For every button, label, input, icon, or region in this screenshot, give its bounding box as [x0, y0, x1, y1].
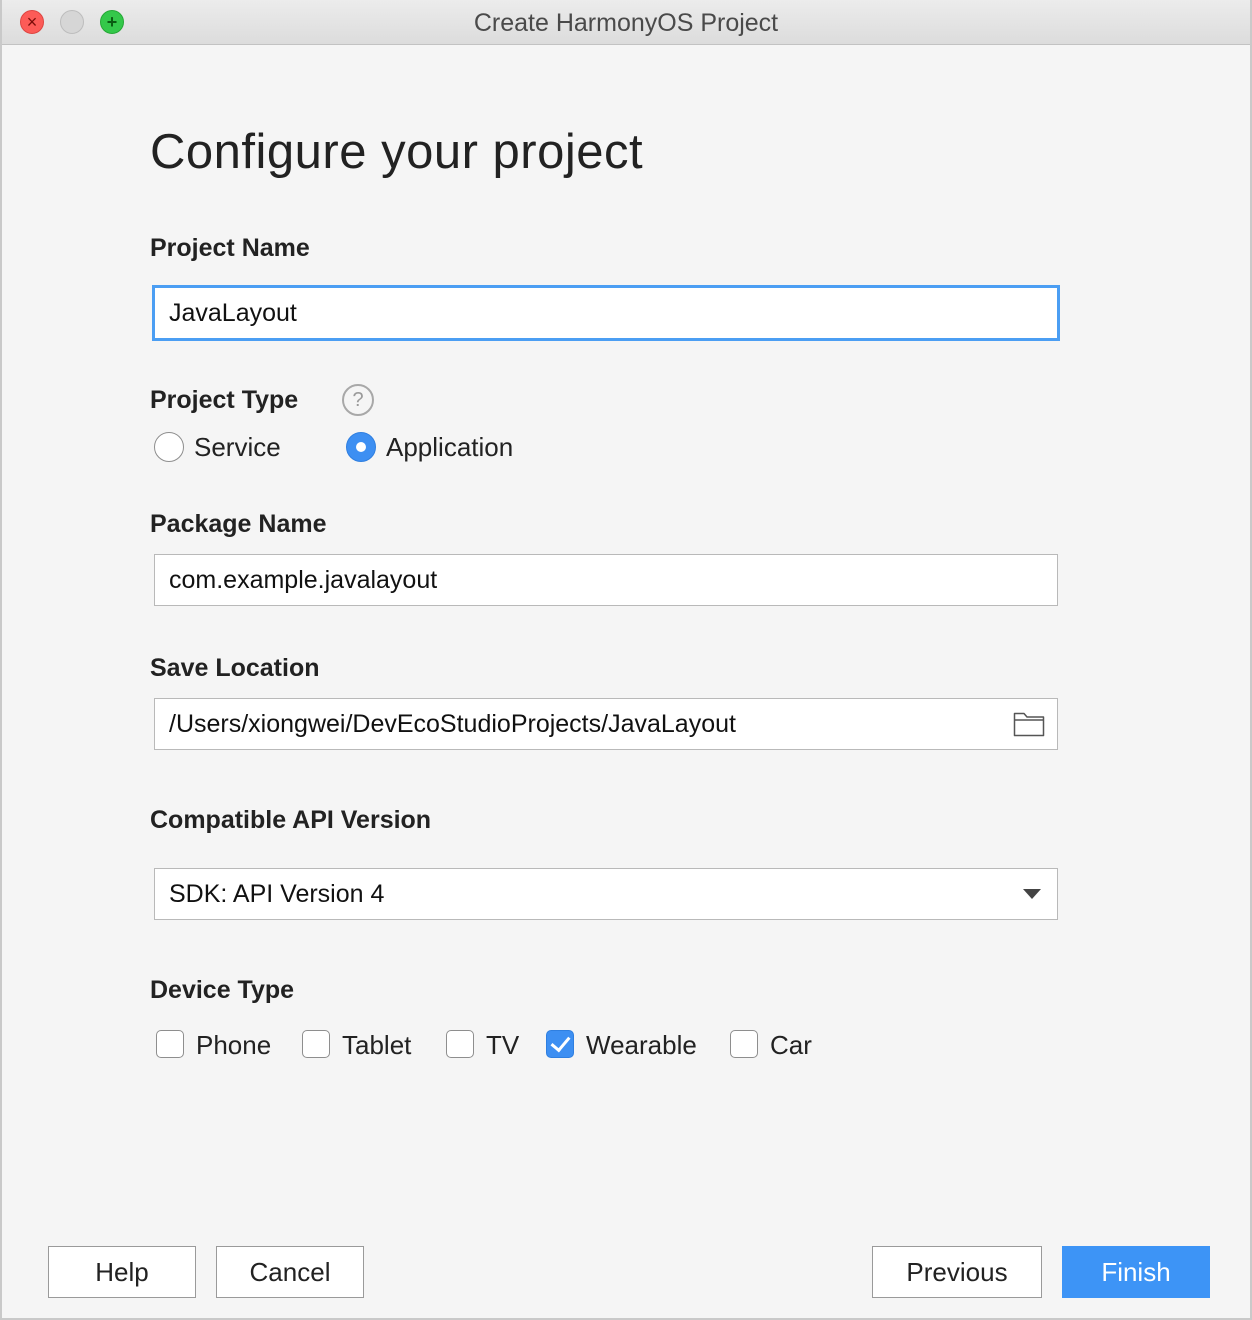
help-button[interactable]: Help [48, 1246, 196, 1298]
project-type-label: Project Type [150, 386, 299, 414]
cancel-button[interactable]: Cancel [216, 1246, 364, 1298]
checkbox-tv-label[interactable]: TV [486, 1030, 519, 1061]
api-version-select[interactable]: SDK: API Version 4 [154, 868, 1058, 920]
package-name-label: Package Name [150, 510, 327, 538]
checkbox-wearable-label[interactable]: Wearable [586, 1030, 697, 1061]
radio-application[interactable] [346, 432, 376, 462]
page-title: Configure your project [150, 125, 644, 179]
checkbox-tablet[interactable] [302, 1030, 330, 1058]
radio-service[interactable] [154, 432, 184, 462]
checkbox-tablet-label[interactable]: Tablet [342, 1030, 411, 1061]
folder-icon[interactable] [1013, 709, 1045, 737]
title-bar[interactable]: × + Create HarmonyOS Project [2, 0, 1250, 45]
package-name-value: com.example.javalayout [169, 565, 438, 594]
project-name-label: Project Name [150, 234, 310, 262]
checkbox-tv[interactable] [446, 1030, 474, 1058]
radio-service-label[interactable]: Service [194, 432, 281, 463]
api-version-value: SDK: API Version 4 [169, 879, 385, 908]
save-location-value: /Users/xiongwei/DevEcoStudioProjects/Jav… [169, 709, 736, 738]
project-name-input[interactable]: JavaLayout [152, 285, 1060, 341]
save-location-label: Save Location [150, 654, 320, 682]
project-name-value: JavaLayout [169, 298, 297, 327]
checkbox-wearable[interactable] [546, 1030, 574, 1058]
finish-button[interactable]: Finish [1062, 1246, 1210, 1298]
radio-application-label[interactable]: Application [386, 432, 513, 463]
dialog-window: × + Create HarmonyOS Project Configure y… [0, 0, 1252, 1320]
api-version-label: Compatible API Version [150, 806, 432, 834]
device-type-label: Device Type [150, 976, 295, 1004]
package-name-input[interactable]: com.example.javalayout [154, 554, 1058, 606]
chevron-down-icon[interactable] [1023, 889, 1041, 899]
help-question-icon[interactable]: ? [342, 384, 374, 416]
window-title: Create HarmonyOS Project [473, 9, 779, 37]
checkbox-car-label[interactable]: Car [770, 1030, 812, 1061]
save-location-input[interactable]: /Users/xiongwei/DevEcoStudioProjects/Jav… [154, 698, 1058, 750]
previous-button[interactable]: Previous [872, 1246, 1042, 1298]
checkbox-car[interactable] [730, 1030, 758, 1058]
checkbox-phone-label[interactable]: Phone [196, 1030, 271, 1061]
checkbox-phone[interactable] [156, 1030, 184, 1058]
